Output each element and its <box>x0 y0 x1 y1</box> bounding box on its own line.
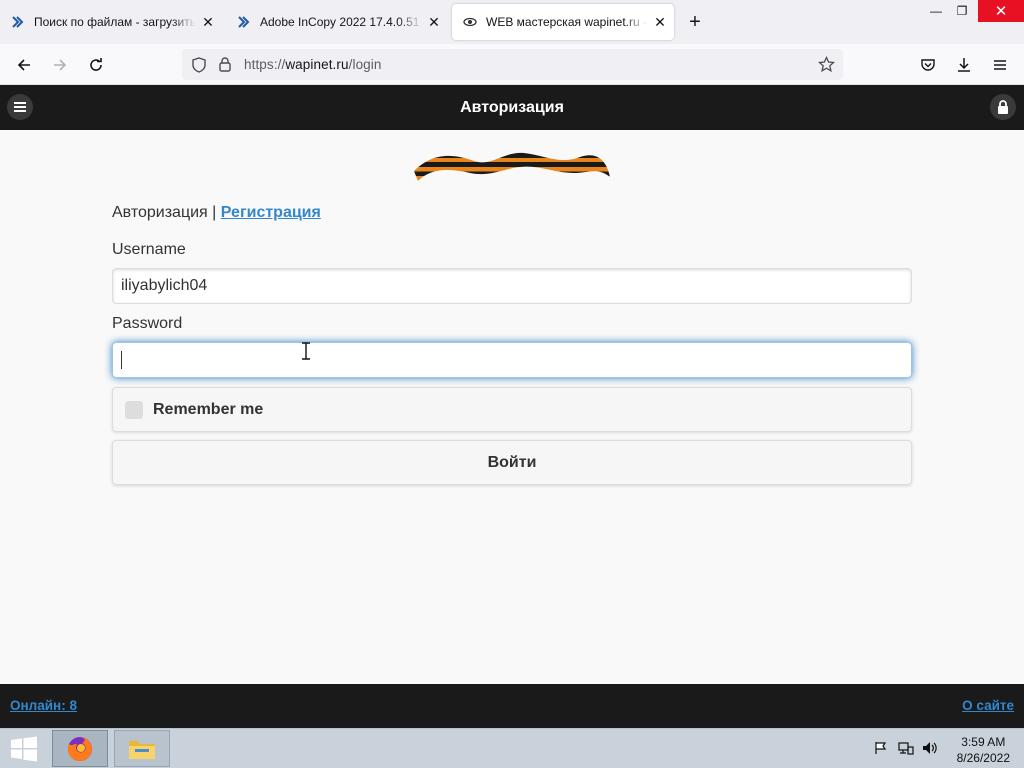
close-tab-icon[interactable]: ✕ <box>652 14 668 30</box>
address-bar[interactable]: https://wapinet.ru/login <box>182 49 843 80</box>
url-scheme: https:// <box>244 57 286 72</box>
tab-title: WEB мастерская wapinet.ru - А <box>486 15 648 29</box>
lock-icon <box>998 100 1008 114</box>
checkbox-box[interactable] <box>125 401 143 419</box>
url-text[interactable]: https://wapinet.ru/login <box>244 57 382 72</box>
tab-title: Поиск по файлам - загрузить <box>34 15 196 29</box>
lock-icon[interactable] <box>218 56 232 77</box>
clock-time: 3:59 AM <box>961 735 1006 749</box>
url-path: /login <box>348 57 382 72</box>
text-caret <box>121 351 122 369</box>
taskbar-firefox[interactable] <box>52 730 108 767</box>
password-label: Password <box>112 315 183 332</box>
chevrons-icon <box>10 14 26 30</box>
page-title: Авторизация <box>460 99 564 116</box>
chevrons-icon <box>236 14 252 30</box>
remember-me-label[interactable]: Remember me <box>153 401 263 419</box>
bookmark-star-icon[interactable] <box>817 55 836 78</box>
site-header: Авторизация <box>0 85 1024 130</box>
download-icon <box>958 58 970 72</box>
reload-button[interactable] <box>83 52 109 78</box>
password-input[interactable] <box>112 342 912 378</box>
about-link[interactable]: О сайте <box>962 698 1014 713</box>
st-george-ribbon-logo <box>414 152 610 181</box>
network-icon[interactable] <box>898 741 914 758</box>
tab-adobe-incopy[interactable]: Adobe InCopy 2022 17.4.0.51 Re ✕ <box>226 4 448 40</box>
pocket-icon <box>921 59 935 71</box>
action-center-flag-icon[interactable] <box>874 741 888 758</box>
windows-taskbar: 3:59 AM 8/26/2022 <box>0 728 1024 768</box>
tab-title: Adobe InCopy 2022 17.4.0.51 Re <box>260 15 422 29</box>
clock-date: 8/26/2022 <box>956 751 1010 765</box>
new-tab-button[interactable]: + <box>684 10 706 34</box>
arrow-left-icon <box>17 59 30 71</box>
register-link[interactable]: Регистрация <box>221 204 321 221</box>
hamburger-icon <box>994 60 1006 70</box>
system-clock[interactable]: 3:59 AM 8/26/2022 <box>957 734 1010 766</box>
volume-icon[interactable] <box>922 741 938 758</box>
forward-button[interactable] <box>47 52 73 78</box>
site-footer: Онлайн: 8 О сайте <box>0 684 1024 728</box>
restore-button[interactable]: ❐ <box>946 0 978 22</box>
online-count-link[interactable]: Онлайн: 8 <box>10 698 77 713</box>
back-button[interactable] <box>11 52 37 78</box>
auth-separator: | <box>212 204 217 221</box>
username-label: Username <box>112 241 186 258</box>
close-window-button[interactable]: ✕ <box>978 0 1024 22</box>
remember-me-checkbox[interactable]: Remember me <box>112 387 912 432</box>
reload-icon <box>90 58 102 71</box>
windows-logo-icon <box>11 736 37 762</box>
eye-icon <box>462 14 478 30</box>
auth-nav: Авторизация | Регистрация <box>112 204 321 222</box>
username-input[interactable]: iliyabylich04 <box>112 268 912 304</box>
tab-wapinet[interactable]: WEB мастерская wapinet.ru - А ✕ <box>452 4 674 40</box>
taskbar-file-explorer[interactable] <box>114 730 170 767</box>
shield-icon[interactable] <box>191 57 207 78</box>
navigation-toolbar: https://wapinet.ru/login <box>0 44 1024 85</box>
pocket-button[interactable] <box>915 52 941 78</box>
auth-current-label: Авторизация <box>112 204 208 221</box>
close-tab-icon[interactable]: ✕ <box>200 14 216 30</box>
main-content: Авторизация | Регистрация Username iliya… <box>0 130 1024 684</box>
text-cursor-icon <box>302 342 310 360</box>
login-submit-button[interactable]: Войти <box>112 440 912 485</box>
firefox-icon <box>67 736 92 761</box>
arrow-right-icon <box>54 59 67 71</box>
downloads-button[interactable] <box>951 52 977 78</box>
url-host: wapinet.ru <box>285 57 349 72</box>
login-lock-button[interactable] <box>990 94 1016 120</box>
file-explorer-icon <box>129 740 155 759</box>
tab-search-files[interactable]: Поиск по файлам - загрузить ✕ <box>0 4 222 40</box>
start-button[interactable] <box>4 731 44 767</box>
close-tab-icon[interactable]: ✕ <box>426 14 442 30</box>
browser-tab-strip: Поиск по файлам - загрузить ✕ Adobe InCo… <box>0 0 1024 44</box>
app-menu-button[interactable] <box>987 52 1013 78</box>
